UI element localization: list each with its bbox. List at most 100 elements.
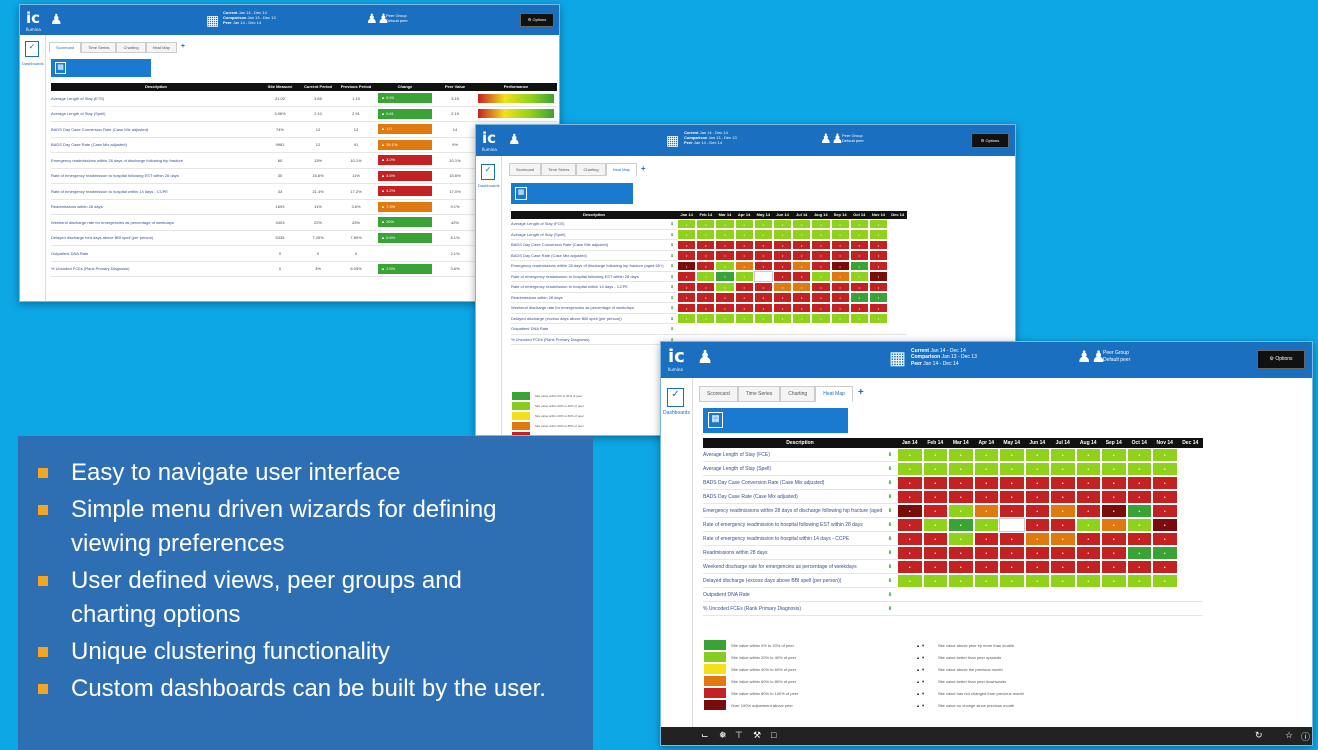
heatmap-row[interactable]: BADS Day Case Conversion Rate (Case Mix … [511,239,908,251]
heat-cell[interactable]: • [772,250,793,261]
heat-cell[interactable]: • [677,281,697,292]
heat-cell[interactable]: • [1075,517,1101,532]
row-description[interactable]: BADS Day Case Conversion Rate (Case Mix … [703,480,883,486]
row-description[interactable]: Average Length of Stay (ETS) [51,96,261,101]
heat-cell[interactable]: • [1126,461,1152,476]
heat-cell[interactable] [888,281,908,292]
heat-cell[interactable]: • [948,475,974,490]
heat-cell[interactable]: • [811,218,831,229]
heat-cell[interactable]: • [753,313,773,324]
heat-cell[interactable]: • [1126,489,1152,504]
row-description[interactable]: Emergency readmissions within 28 days of… [51,158,261,163]
heat-cell[interactable]: • [1075,447,1101,462]
heat-cell[interactable]: • [849,218,869,229]
heat-cell[interactable]: • [772,313,793,324]
row-description[interactable]: Rate of emergency readmission to hospita… [703,536,883,542]
heat-cell[interactable]: • [1152,489,1178,504]
heat-cell[interactable]: • [973,475,999,490]
heat-cell[interactable]: • [1152,559,1178,574]
heat-cell[interactable]: • [1050,517,1076,532]
heat-cell[interactable]: • [1050,447,1076,462]
heat-cell[interactable]: • [715,271,735,282]
heatmap-row[interactable]: Weekend discharge rate for emergencies a… [511,302,908,314]
heatmap-row[interactable]: Emergency readmissions within 28 days of… [703,503,1203,518]
heat-cell[interactable]: • [1126,531,1152,546]
heat-cell[interactable]: • [830,292,850,303]
row-description[interactable]: Average Length of Stay (Spell) [511,232,667,237]
heat-cell[interactable]: • [849,260,869,271]
heat-cell[interactable]: • [715,218,735,229]
heat-cell[interactable]: • [868,302,889,313]
heat-cell[interactable]: • [1152,517,1178,532]
heat-cell[interactable]: • [973,531,999,546]
row-description[interactable]: Average Length of Stay (Spell) [51,111,261,116]
row-description[interactable]: Emergency readmissions within 28 days of… [703,508,883,514]
heat-cell[interactable] [888,229,908,240]
dashboards-icon[interactable]: ✓ [481,164,495,180]
row-description[interactable]: Rate of emergency readmission to hospita… [51,173,261,178]
dashboards-icon[interactable]: ✓ [25,41,39,57]
heat-cell[interactable]: • [811,302,831,313]
heatmap-row[interactable]: Readmissions within 28 days ⬇ • • • • • • • • • • • [703,545,1203,560]
tab-heat-map[interactable]: Heat Map [605,163,637,176]
heat-cell[interactable]: • [734,218,754,229]
heat-cell[interactable]: • [696,281,716,292]
heat-cell[interactable]: • [868,313,889,324]
heat-cell[interactable]: • [1024,517,1050,532]
heat-cell[interactable] [888,250,908,261]
heat-cell[interactable]: • [1101,573,1127,588]
heatmap-row[interactable]: BADS Day Case Conversion Rate (Case Mix … [703,475,1203,490]
heat-cell[interactable]: • [948,517,974,532]
heatmap-row[interactable]: Average Length of Stay (FCE) ⬇ • • • • • • • • • • • [511,218,908,230]
heatmap-row[interactable]: BADS Day Case Rate (Case Mix adjusted) ⬇ •… [511,250,908,261]
heat-cell[interactable]: • [696,260,716,271]
heat-cell[interactable]: • [922,503,948,518]
heat-cell[interactable]: • [1050,503,1076,518]
heat-cell[interactable]: • [922,447,948,462]
heat-cell[interactable]: • [897,517,923,532]
row-description[interactable]: BADS Day Case Conversion Rate (Case Mix … [51,127,261,132]
heat-cell[interactable]: • [1126,559,1152,574]
heat-cell[interactable]: • [897,489,923,504]
heat-cell[interactable] [888,313,908,324]
heat-cell[interactable]: • [973,545,999,560]
heat-cell[interactable]: • [948,545,974,560]
heat-cell[interactable]: • [734,260,754,271]
heat-cell[interactable]: • [792,271,812,282]
heat-cell[interactable]: • [868,218,889,229]
options-button[interactable]: ⚙ Options [520,13,554,27]
heat-cell[interactable]: • [677,260,697,271]
heat-cell[interactable]: • [734,271,754,282]
heatmap-row[interactable]: Average Length of Stay (Spell) ⬇ • • • • • • • • •… [511,229,908,240]
tab-heat-map[interactable]: Heat Map [815,386,853,402]
heat-cell[interactable]: • [868,271,889,282]
heat-cell[interactable] [1177,573,1203,588]
heat-cell[interactable]: • [753,239,773,250]
heat-cell[interactable]: • [1152,475,1178,490]
heat-cell[interactable]: • [811,250,831,261]
heat-cell[interactable]: • [999,489,1025,504]
heatmap-row[interactable]: Outpatient DNA Rate ⬇ [703,588,1203,602]
heat-cell[interactable]: • [1101,531,1127,546]
heat-cell[interactable]: • [922,559,948,574]
heatmap-row[interactable]: Rate of emergency readmission to hospita… [703,517,1203,532]
row-description[interactable]: % Uncoded FCEs (Rank Primary Diagnosis) [51,266,261,271]
heat-cell[interactable]: • [811,313,831,324]
heat-cell[interactable]: • [897,503,923,518]
tab-heat-map[interactable]: Heat Map [145,42,177,53]
heat-cell[interactable]: • [948,461,974,476]
add-tab-button[interactable]: + [637,163,650,176]
row-description[interactable]: BADS Day Case Rate (Case Mix adjusted) [51,142,261,147]
heat-cell[interactable] [888,239,908,250]
heat-cell[interactable]: • [1101,517,1127,532]
heatmap-row[interactable]: Delayed discharge (excess days above BBI… [703,573,1203,588]
dashboards-label[interactable]: Dashboards [478,183,500,188]
row-description[interactable]: % Uncoded FCEs (Rank Primary Diagnosis) [703,606,883,612]
heat-cell[interactable]: • [696,271,716,282]
heat-cell[interactable]: • [677,218,697,229]
heat-cell[interactable]: • [1050,573,1076,588]
heatmap-row[interactable]: BADS Day Case Rate (Case Mix adjusted) ⬇ •… [703,489,1203,504]
heat-cell[interactable]: • [868,250,889,261]
user-icon[interactable]: ♟ [50,11,63,28]
heatmap-row[interactable]: Average Length of Stay (FCE) ⬇ • • • • • • • • • • • [703,447,1203,462]
